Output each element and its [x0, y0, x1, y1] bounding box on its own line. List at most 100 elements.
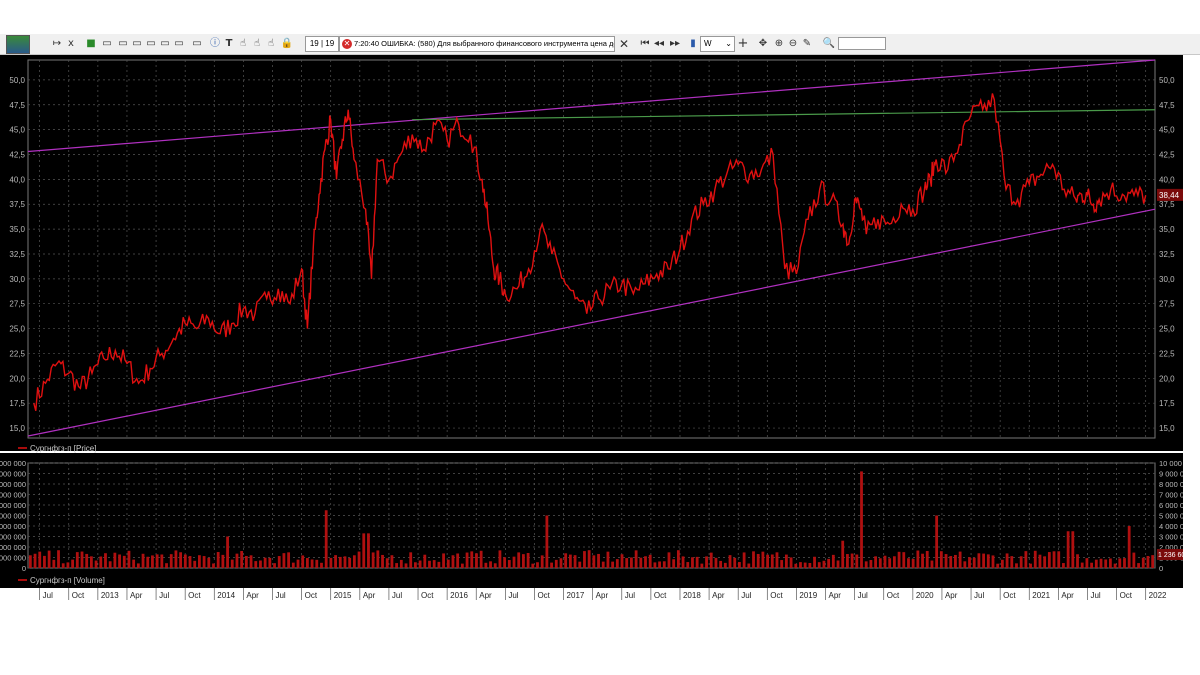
- volume-bar: [33, 553, 37, 568]
- volume-bar: [742, 552, 746, 568]
- volume-bar: [367, 533, 370, 568]
- volume-bar: [446, 559, 450, 568]
- volume-bar: [249, 555, 253, 568]
- pointer-icon[interactable]: ↦: [50, 37, 64, 51]
- zoom-in-icon[interactable]: ⊕: [772, 37, 786, 51]
- window-icon[interactable]: ▭: [172, 37, 186, 51]
- volume-tick-label-left: 10 000 000: [0, 459, 26, 468]
- lower-trendline: [27, 208, 1156, 437]
- price-tick-label-right: 45,0: [1159, 126, 1175, 135]
- crosshair-icon[interactable]: +: [736, 37, 750, 51]
- x-tick-label: Oct: [887, 591, 900, 600]
- zoom-out-icon[interactable]: ⊖: [786, 37, 800, 51]
- price-tick-label-right: 27,5: [1159, 300, 1175, 309]
- volume-bar: [766, 554, 769, 568]
- volume-bar: [212, 563, 215, 568]
- timeframe-select[interactable]: W ⌄: [700, 36, 735, 52]
- chart-type-icon[interactable]: ▮: [686, 37, 700, 51]
- lock-icon[interactable]: 🔒: [280, 37, 294, 51]
- close-icon[interactable]: ✕: [617, 37, 631, 51]
- volume-bar: [1005, 553, 1009, 568]
- ruler-icon[interactable]: ✎: [800, 37, 814, 51]
- x-tick-label: Oct: [770, 591, 783, 600]
- volume-bar: [667, 552, 671, 568]
- volume-bar: [935, 515, 939, 568]
- volume-bar: [169, 554, 173, 568]
- volume-bar: [1010, 556, 1014, 568]
- x-tick-label: Apr: [1061, 591, 1074, 600]
- move-icon[interactable]: ✥: [756, 37, 770, 51]
- volume-bar: [902, 552, 906, 568]
- first-icon[interactable]: ⏮: [638, 37, 652, 51]
- x-tick-label: Jul: [1090, 591, 1100, 600]
- volume-bar: [381, 554, 384, 568]
- price-tick-label-left: 17,5: [9, 399, 25, 408]
- chart-area[interactable]: 15,0 15,0 17,5 17,5 20,0 20,0 22,5 22,5 25,0 25,0…: [0, 55, 1197, 600]
- volume-bar: [89, 556, 93, 568]
- volume-bar: [1118, 558, 1122, 568]
- volume-bar: [982, 553, 986, 568]
- volume-bar: [291, 562, 295, 568]
- volume-bar: [723, 562, 727, 568]
- volume-tick-label-left: 1 000 000: [0, 554, 26, 563]
- prev-icon[interactable]: ◂◂: [652, 37, 666, 51]
- volume-bar: [531, 563, 535, 568]
- volume-bar: [644, 556, 647, 568]
- volume-bar: [160, 554, 164, 568]
- cursor-icon[interactable]: x: [64, 37, 78, 51]
- volume-bar: [1151, 555, 1155, 568]
- window-icon[interactable]: ▭: [158, 37, 172, 51]
- search-icon[interactable]: 🔍: [822, 37, 836, 51]
- text-tool-icon[interactable]: T: [222, 37, 236, 51]
- price-tick-label-left: 30,0: [9, 275, 25, 284]
- x-tick-label: Apr: [829, 591, 842, 600]
- window-icon[interactable]: ▭: [144, 37, 158, 51]
- volume-bar: [99, 556, 103, 568]
- window-icon[interactable]: ▭: [190, 37, 204, 51]
- volume-bar: [573, 555, 577, 568]
- volume-bar: [197, 555, 201, 568]
- window-icon[interactable]: ▭: [130, 37, 144, 51]
- volume-bar: [827, 558, 831, 568]
- volume-bar: [653, 562, 657, 568]
- hand-icon[interactable]: ☝: [236, 37, 250, 51]
- message-box[interactable]: ✕ 7:20:40 ОШИБКА: (580) Для выбранного фи…: [339, 36, 615, 52]
- volume-bar: [352, 555, 356, 568]
- volume-bar: [226, 536, 229, 568]
- volume-bar: [376, 550, 380, 568]
- price-tick-label-left: 15,0: [9, 424, 25, 433]
- search-input[interactable]: [838, 37, 886, 50]
- volume-bar: [104, 553, 107, 568]
- add-icon[interactable]: ■: [84, 37, 98, 51]
- price-tick-label-left: 40,0: [9, 175, 25, 184]
- window-icon[interactable]: ▭: [116, 37, 130, 51]
- volume-bar: [587, 550, 591, 568]
- x-tick-label: Apr: [945, 591, 958, 600]
- volume-bar: [808, 563, 812, 568]
- volume-bar: [1052, 551, 1056, 568]
- hand-icon[interactable]: ☝: [264, 37, 278, 51]
- volume-bar: [883, 555, 887, 568]
- volume-bar: [202, 556, 206, 568]
- price-tick-label-right: 42,5: [1159, 151, 1175, 160]
- volume-bar: [874, 556, 877, 568]
- chart-svg[interactable]: 15,0 15,0 17,5 17,5 20,0 20,0 22,5 22,5 25,0 25,0…: [0, 55, 1197, 600]
- volume-bar: [324, 510, 328, 568]
- hand-icon[interactable]: ☝: [250, 37, 264, 51]
- volume-bar: [183, 554, 187, 568]
- volume-bar: [235, 553, 239, 568]
- window-icon[interactable]: ▭: [100, 37, 114, 51]
- x-tick-label: Apr: [596, 591, 609, 600]
- volume-bar: [66, 562, 70, 568]
- info-icon[interactable]: ⓘ: [208, 37, 222, 51]
- volume-bar: [399, 559, 403, 568]
- next-icon[interactable]: ▸▸: [668, 37, 682, 51]
- volume-bar: [85, 553, 89, 568]
- x-tick-label: Oct: [654, 591, 667, 600]
- volume-bar: [1123, 558, 1126, 568]
- volume-tick-label-right: 0: [1159, 564, 1163, 573]
- price-tick-label-right: 50,0: [1159, 76, 1175, 85]
- price-tick-label-left: 20,0: [9, 374, 25, 383]
- app-logo-icon[interactable]: [6, 35, 30, 54]
- volume-bar: [475, 553, 478, 568]
